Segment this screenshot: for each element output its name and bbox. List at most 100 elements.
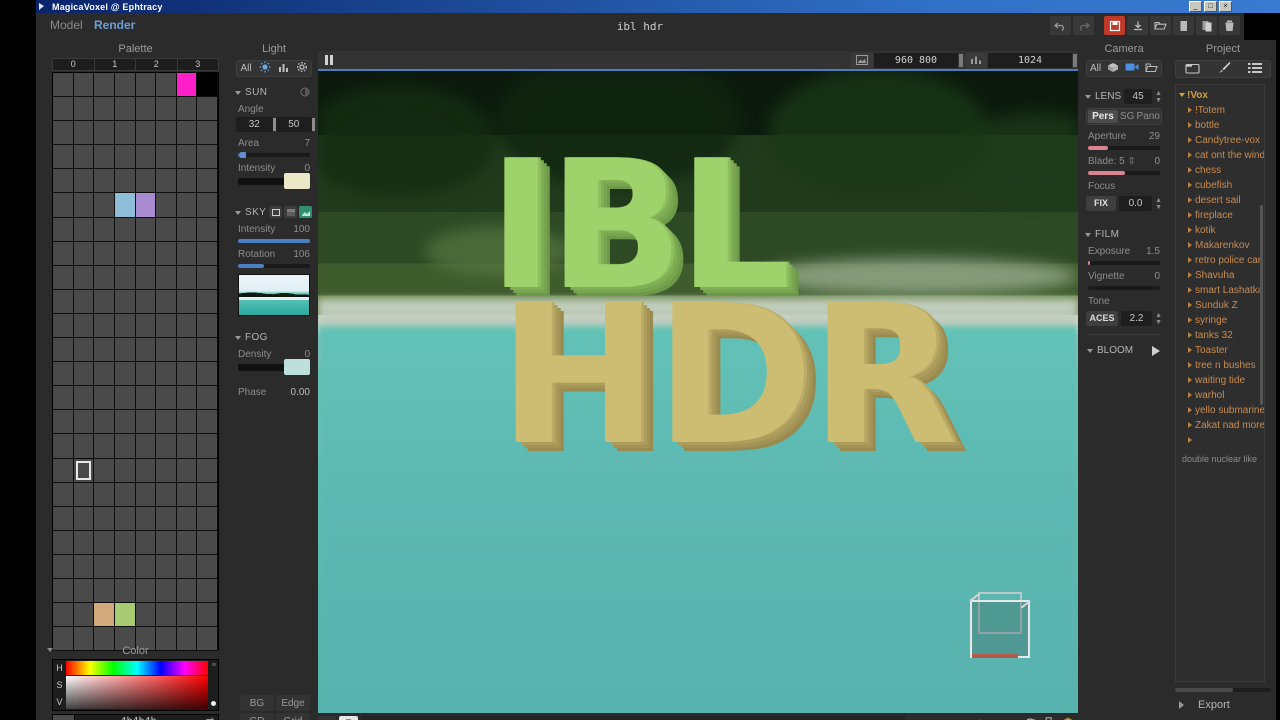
palette-swatch[interactable] <box>135 121 157 146</box>
hue-strip[interactable] <box>66 661 208 675</box>
sun-angle-inputs[interactable]: 32 50 <box>232 117 316 132</box>
sky-rotation-slider[interactable] <box>238 264 310 268</box>
undo-button[interactable] <box>1050 16 1071 35</box>
palette-swatch[interactable] <box>197 193 218 218</box>
palette-swatch[interactable] <box>197 578 218 604</box>
palette-swatch[interactable] <box>156 362 177 387</box>
console-dropdown-button[interactable] <box>318 715 336 720</box>
palette-swatch[interactable] <box>94 362 115 387</box>
palette-swatch[interactable] <box>94 193 115 218</box>
palette-swatch[interactable] <box>156 193 177 218</box>
palette-swatch[interactable] <box>94 603 115 628</box>
palette-swatch[interactable] <box>156 506 177 531</box>
palette-swatch[interactable] <box>135 97 157 122</box>
palette-swatch[interactable] <box>73 289 95 314</box>
sun-icon[interactable] <box>259 61 271 76</box>
sky-mode-buttons[interactable] <box>269 206 312 218</box>
project-tree-item[interactable]: Sunduk Z <box>1176 298 1264 313</box>
hdri-thumbnail[interactable] <box>238 274 310 316</box>
palette-swatch[interactable] <box>176 193 198 218</box>
palette-swatch[interactable] <box>53 193 74 218</box>
palette-swatch[interactable] <box>156 121 177 146</box>
palette-swatch[interactable] <box>156 578 177 604</box>
gd-button[interactable]: GD <box>240 713 274 720</box>
viewport-gizmo[interactable] <box>969 592 1031 658</box>
palette-swatch[interactable] <box>114 169 136 194</box>
focus-fix-button[interactable]: FIX <box>1086 196 1116 211</box>
palette-swatch[interactable] <box>73 530 95 555</box>
palette-swatch[interactable] <box>73 169 95 194</box>
palette-swatch[interactable] <box>94 578 115 604</box>
palette-swatch[interactable] <box>176 121 198 146</box>
sun-color-slider[interactable] <box>238 173 310 189</box>
project-tree-item[interactable]: Makarenkov <box>1176 238 1264 253</box>
palette-swatch[interactable] <box>73 73 95 98</box>
histogram-icon[interactable] <box>278 62 289 76</box>
copy-button[interactable] <box>1196 16 1217 35</box>
palette-swatch[interactable] <box>176 530 198 555</box>
palette-swatch[interactable] <box>176 603 198 628</box>
camera-icon[interactable] <box>339 715 358 720</box>
project-tree-item[interactable]: tanks 32 <box>1176 328 1264 343</box>
redo-button[interactable] <box>1073 16 1094 35</box>
close-button[interactable]: × <box>1219 1 1232 12</box>
palette-swatch[interactable] <box>114 97 136 122</box>
palette-swatch[interactable] <box>156 169 177 194</box>
palette-swatch[interactable] <box>197 362 218 387</box>
palette-swatch[interactable] <box>197 458 218 483</box>
palette-swatch[interactable] <box>135 169 157 194</box>
palette-swatch[interactable] <box>176 265 198 290</box>
palette-swatch[interactable] <box>53 530 74 555</box>
palette-swatch[interactable] <box>53 241 74 266</box>
camera-mode-all[interactable]: All <box>1090 63 1101 74</box>
palette-swatch[interactable] <box>94 241 115 266</box>
palette-swatch[interactable] <box>135 313 157 339</box>
palette-swatch[interactable] <box>156 338 177 363</box>
focus-value-input[interactable]: 0.0 <box>1119 196 1153 211</box>
palette-swatch[interactable] <box>94 97 115 122</box>
palette-swatch[interactable] <box>135 338 157 363</box>
sun-angle-x-input[interactable]: 32 <box>236 117 275 132</box>
blade-slider[interactable] <box>1088 171 1160 175</box>
lens-value-input[interactable]: 45 <box>1124 89 1153 104</box>
palette-swatch[interactable] <box>53 506 74 531</box>
render-viewport[interactable]: IBL HDR <box>318 69 1078 713</box>
palette-swatch[interactable] <box>135 265 157 290</box>
list-icon[interactable] <box>1247 62 1262 77</box>
palette-swatch[interactable] <box>156 73 177 98</box>
palette-swatch[interactable] <box>114 482 136 507</box>
project-tree-item[interactable]: chess <box>1176 163 1264 178</box>
palette-swatch[interactable] <box>156 313 177 339</box>
palette-swatch[interactable] <box>73 410 95 435</box>
palette-swatch[interactable] <box>156 603 177 628</box>
export-bar[interactable]: Export <box>1175 695 1271 715</box>
vignette-slider[interactable] <box>1088 286 1160 290</box>
render-resolution[interactable]: 960 800 <box>874 52 963 68</box>
project-tree-item[interactable]: smart Lashatka <box>1176 283 1264 298</box>
palette-swatch[interactable] <box>53 362 74 387</box>
palette-swatch[interactable] <box>73 554 95 579</box>
palette-swatch[interactable] <box>176 97 198 122</box>
palette-swatch[interactable] <box>114 193 136 218</box>
palette-swatch[interactable] <box>176 338 198 363</box>
palette-swatch[interactable] <box>114 313 136 339</box>
projection-pers[interactable]: Pers <box>1088 110 1118 123</box>
sky-section-header[interactable]: SKY <box>235 206 316 218</box>
sky-intensity-slider[interactable] <box>238 239 310 243</box>
projection-segment[interactable]: Pers SG Pano <box>1086 108 1162 125</box>
palette-swatch[interactable] <box>135 506 157 531</box>
palette-swatch[interactable] <box>114 265 136 290</box>
palette-swatch[interactable] <box>73 121 95 146</box>
palette-swatch[interactable] <box>94 506 115 531</box>
export-icon[interactable] <box>1145 62 1158 76</box>
project-tree-item[interactable]: Shavuha <box>1176 268 1264 283</box>
palette-swatch[interactable] <box>176 313 198 339</box>
palette-swatch[interactable] <box>197 217 218 242</box>
palette-swatch[interactable] <box>156 410 177 435</box>
palette-swatch[interactable] <box>176 386 198 411</box>
palette-swatch[interactable] <box>94 482 115 507</box>
palette-swatch[interactable] <box>197 241 218 266</box>
sun-section-header[interactable]: SUN <box>235 87 316 98</box>
project-tree-item[interactable] <box>1176 433 1264 448</box>
box-icon[interactable] <box>1107 62 1119 76</box>
